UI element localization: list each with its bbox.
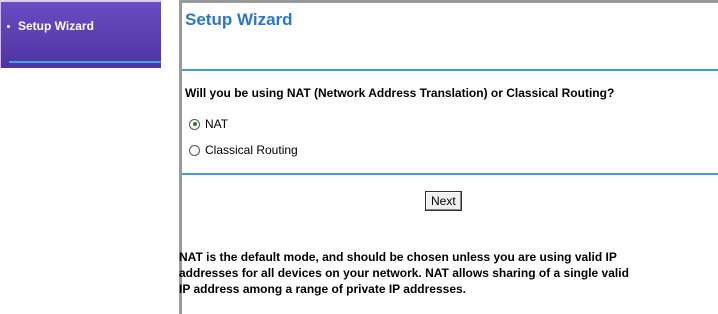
nat-option[interactable]: NAT: [189, 117, 228, 131]
classical-routing-label: Classical Routing: [205, 143, 298, 157]
sidebar-item-label: Setup Wizard: [18, 19, 94, 33]
help-line: NAT is the default mode, and should be c…: [179, 250, 617, 264]
question-text: Will you be using NAT (Network Address T…: [185, 86, 615, 100]
divider: [182, 69, 718, 71]
next-button[interactable]: Next: [425, 191, 462, 211]
classical-routing-option[interactable]: Classical Routing: [189, 143, 298, 157]
nat-label: NAT: [205, 117, 229, 131]
sidebar-item-setup-wizard[interactable]: Setup Wizard: [7, 19, 94, 33]
main-panel: Setup Wizard Will you be using NAT (Netw…: [179, 0, 718, 314]
divider: [182, 173, 718, 175]
nat-radio[interactable]: [189, 118, 200, 130]
help-text: NAT is the default mode, and should be c…: [179, 249, 718, 297]
sidebar: Setup Wizard: [0, 0, 161, 68]
help-line: IP address among a range of private IP a…: [179, 282, 467, 296]
page-title: Setup Wizard: [185, 10, 293, 29]
classical-routing-radio[interactable]: [189, 144, 200, 156]
frame-top-border: [179, 0, 718, 3]
bullet-icon: [7, 24, 10, 28]
sidebar-divider: [9, 61, 161, 63]
help-line: addresses for all devices on your networ…: [179, 266, 629, 280]
